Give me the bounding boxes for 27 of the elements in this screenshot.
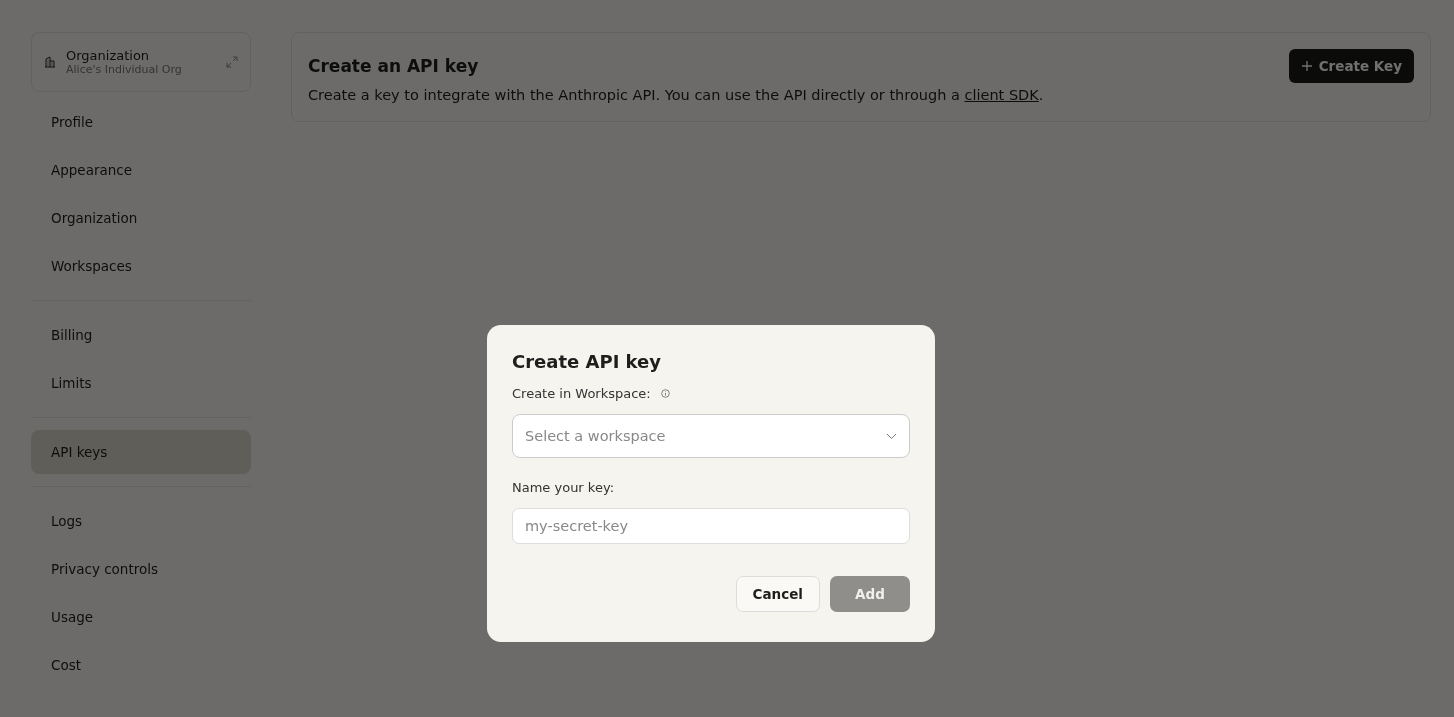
building-icon: [44, 56, 56, 68]
workspace-label: Create in Workspace:: [512, 386, 651, 401]
key-name-field[interactable]: my-secret-key: [512, 508, 910, 544]
create-key-button[interactable]: Create Key: [1288, 49, 1414, 83]
description-text: Create a key to integrate with the Anthropic API. You can use the API directly or through a client SDK.: [308, 87, 1045, 103]
plus-icon: [1300, 60, 1313, 72]
chevron-down-icon: [886, 432, 897, 440]
sidebar-item[interactable]: Profile: [31, 100, 251, 144]
sidebar-item[interactable]: Workspaces: [31, 244, 251, 288]
cancel-button[interactable]: Cancel: [735, 576, 820, 612]
sidebar-item[interactable]: Limits: [31, 361, 251, 405]
organization-label: Organization: [66, 48, 151, 63]
sidebar-item[interactable]: Privacy controls: [31, 547, 251, 591]
key-name-label: Name your key:: [512, 480, 616, 495]
sidebar-item[interactable]: Logs: [31, 499, 251, 543]
sidebar-item[interactable]: Cost: [31, 643, 251, 687]
section-title: Create an API key: [308, 56, 479, 76]
sidebar-item[interactable]: Usage: [31, 595, 251, 639]
info-icon: [660, 389, 670, 398]
sidebar-item[interactable]: API keys: [31, 430, 251, 474]
sidebar-item[interactable]: Organization: [31, 196, 251, 240]
sidebar-item[interactable]: Billing: [31, 313, 251, 357]
sidebar-item[interactable]: Appearance: [31, 148, 251, 192]
workspace-select[interactable]: Select a workspace: [512, 414, 910, 458]
expand-icon: [226, 56, 238, 68]
client-sdk-link[interactable]: client SDK: [964, 87, 1039, 103]
dialog-title: Create API key: [512, 351, 663, 372]
